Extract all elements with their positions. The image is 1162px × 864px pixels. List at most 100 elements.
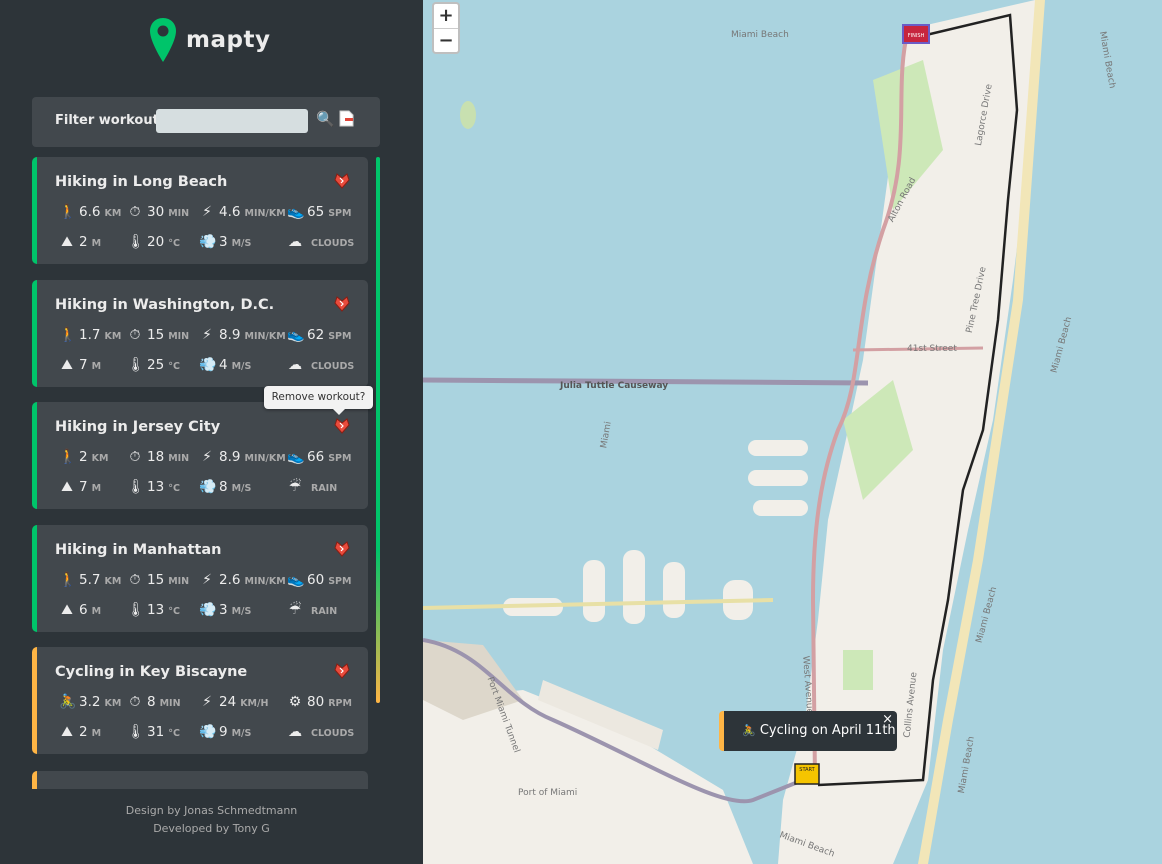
stat-unit: m/s — [231, 360, 252, 372]
stat-unit: m — [91, 728, 102, 739]
stat-unit: m/s — [231, 238, 252, 249]
delete-workout-icon[interactable] — [333, 295, 351, 313]
stat-unit: km — [104, 575, 122, 587]
stat-unit: min — [168, 575, 190, 587]
stat-unit: min — [168, 453, 190, 464]
workout-popup[interactable]: 🚴 Cycling on April 11th × — [719, 711, 897, 751]
map-label: 41st Street — [907, 344, 957, 354]
workout-card[interactable]: Cycling in Key Biscayne 🚴 3.2 km ⏱ 8 min ⚡ 24 km/… — [32, 647, 368, 754]
workout-card[interactable]: Hiking in Washington, D.C. 🚶 1.7 km ⏱ 15 min ⚡ 8… — [32, 279, 368, 387]
workout-list[interactable]: Hiking in Long Beach 🚶 6.6 km ⏱ 30 min ⚡ 4.6 min/… — [32, 157, 368, 789]
mountain-icon: ⛰ — [61, 479, 73, 495]
workout-stat: 🚶 1.7 km — [59, 327, 121, 343]
map-label: Julia Tuttle Causeway — [560, 381, 669, 391]
workout-stat: ⛰ 2 m — [59, 724, 101, 740]
start-marker[interactable]: START — [794, 763, 820, 785]
stat-value: 31 — [147, 724, 165, 740]
workout-stat: 💨 9 m/s — [199, 724, 251, 740]
stat-unit: rain — [311, 605, 338, 617]
finish-marker[interactable]: FINISH — [902, 24, 930, 44]
workout-stat: ☁ clouds — [287, 357, 354, 373]
close-icon[interactable]: × — [882, 712, 893, 727]
stat-value: 1.7 — [79, 326, 101, 343]
stat-unit: min/km — [244, 575, 286, 587]
workout-card[interactable]: Hiking in Long Beach 🚶 6.6 km ⏱ 30 min ⚡ 4.6 min/… — [32, 157, 368, 264]
workout-card[interactable]: Hiking in Jersey City 🚶 2 km ⏱ 18 min ⚡ 8.9 min/k… — [32, 402, 368, 509]
filter-input[interactable] — [156, 109, 308, 133]
stat-unit: °c — [168, 483, 180, 494]
stopwatch-icon: ⏱ — [129, 694, 141, 710]
zoom-in-button[interactable]: + — [434, 4, 458, 29]
stat-value: 3.2 — [79, 694, 101, 710]
workout-title: Hiking in Washington, D.C. — [55, 296, 275, 313]
workout-stat: 👟 62 spm — [287, 327, 351, 343]
workout-stat: 👟 66 spm — [287, 449, 351, 465]
workout-stat: ⚡ 2.6 min/km — [199, 572, 286, 588]
shoe-icon: 👟 — [287, 449, 305, 465]
sidebar: mapty Filter workouts: 🔍 Hiking in Long … — [0, 0, 423, 864]
workout-card[interactable]: Hiking in Manhattan 🚶 5.7 km ⏱ 15 min ⚡ 2.6 min/k… — [32, 524, 368, 632]
person-walking-icon: 🚶 — [59, 571, 77, 588]
stat-value: 2 — [79, 724, 88, 740]
delete-workout-icon[interactable] — [333, 662, 351, 680]
stat-unit: rain — [311, 483, 338, 494]
rain-icon: ☔ — [288, 601, 302, 618]
stat-value: 3 — [219, 234, 228, 250]
stat-unit: spm — [328, 330, 352, 342]
rain-icon: ☔ — [288, 479, 302, 495]
workout-stat: 🚶 6.6 km — [59, 204, 121, 220]
stat-unit: °c — [168, 238, 180, 249]
workout-stat: ⏱ 18 min — [127, 449, 190, 465]
stat-unit: min — [168, 208, 190, 219]
svg-text:FINISH: FINISH — [908, 33, 925, 39]
search-icon[interactable]: 🔍 — [316, 110, 335, 128]
workout-stat: ☁ clouds — [287, 234, 354, 250]
wind-icon: 💨 — [199, 601, 217, 618]
stat-unit: m — [91, 605, 102, 617]
workout-stat: 👟 60 spm — [287, 572, 351, 588]
workout-stat: ⚡ 24 km/h — [199, 694, 268, 710]
stat-value: 6.6 — [79, 204, 101, 220]
stopwatch-icon: ⏱ — [129, 326, 141, 343]
stat-unit: °c — [168, 728, 180, 739]
stat-unit: km — [104, 208, 122, 219]
workout-stat: 🌡 13 °c — [127, 602, 180, 618]
stat-value: 7 — [79, 479, 88, 495]
gear-icon: ⚙ — [288, 694, 302, 710]
workout-stat: 🚶 5.7 km — [59, 572, 121, 588]
zoom-control: + − — [432, 2, 460, 54]
stat-value: 3 — [219, 601, 228, 618]
stat-value: 60 — [307, 571, 325, 588]
document-icon[interactable] — [339, 110, 354, 127]
stat-unit: m/s — [231, 483, 252, 494]
lightning-icon: ⚡ — [202, 694, 212, 710]
stat-unit: m/s — [231, 728, 252, 739]
stat-unit: km/h — [240, 698, 269, 709]
person-walking-icon: 🚶 — [59, 326, 77, 343]
stat-value: 65 — [307, 204, 325, 220]
workout-title: Hiking in Manhattan — [55, 541, 222, 558]
zoom-out-button[interactable]: − — [434, 29, 458, 53]
lightning-icon: ⚡ — [202, 449, 212, 465]
stat-unit: spm — [328, 453, 352, 464]
workout-stat: ⏱ 15 min — [127, 572, 190, 588]
delete-workout-icon[interactable] — [333, 540, 351, 558]
stat-value: 15 — [147, 326, 165, 343]
delete-workout-icon[interactable] — [333, 172, 351, 190]
workout-stat: ⛰ 2 m — [59, 234, 101, 250]
workout-stat: ⛰ 6 m — [59, 602, 101, 618]
thermometer-icon: 🌡 — [127, 601, 145, 618]
workout-stat: ⚡ 8.9 min/km — [199, 449, 286, 465]
mountain-icon: ⛰ — [61, 601, 73, 618]
stopwatch-icon: ⏱ — [129, 204, 141, 220]
workout-stat: 🌡 20 °c — [127, 234, 180, 250]
stat-value: 9 — [219, 724, 228, 740]
svg-text:START: START — [799, 767, 815, 773]
workout-card[interactable] — [32, 771, 368, 789]
stat-unit: km — [91, 453, 109, 464]
stat-value: 8 — [147, 694, 156, 710]
scrollbar[interactable] — [376, 157, 380, 703]
cyclist-icon: 🚴 — [742, 724, 756, 737]
stat-value: 8.9 — [219, 449, 241, 465]
workout-stat: 🚴 3.2 km — [59, 694, 121, 710]
